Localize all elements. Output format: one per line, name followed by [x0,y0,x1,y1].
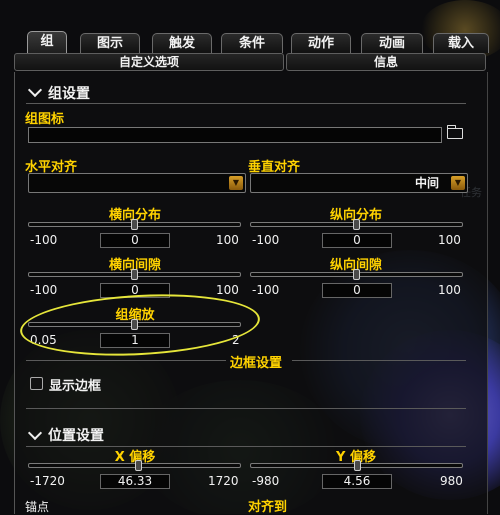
show-border-checkbox[interactable] [30,377,43,390]
v-spacing-min: -100 [252,233,280,247]
subtab-custom-options[interactable]: 自定义选项 [14,53,284,71]
folder-icon[interactable] [447,125,463,139]
h-spacing-thumb[interactable] [131,219,138,230]
v-spacing-thumb[interactable] [353,219,360,230]
v-gap-min: -100 [252,283,280,297]
tab-actions[interactable]: 动作 [291,33,351,53]
y-offset-value[interactable]: 4.56 [322,474,392,489]
group-icon-label: 组图标 [25,112,65,127]
v-gap-max: 100 [438,283,461,297]
x-offset-max: 1720 [208,474,239,488]
tab-load[interactable]: 载入 [433,33,489,53]
v-spacing-max: 100 [438,233,461,247]
x-offset-value[interactable]: 46.33 [100,474,170,489]
anchor-label: 锚点 [25,500,50,514]
tab-animation[interactable]: 动画 [361,33,423,53]
dropdown-arrow-icon[interactable]: ▼ [229,176,243,190]
y-offset-max: 980 [440,474,463,488]
tab-trigger[interactable]: 触发 [152,33,212,53]
show-border-label: 显示边框 [49,379,102,394]
y-offset-min: -980 [252,474,280,488]
position-settings-header[interactable]: 位置设置 [48,425,104,445]
h-spacing-min: -100 [30,233,58,247]
border-settings-header: 边框设置 [230,356,283,371]
h-gap-thumb[interactable] [131,269,138,280]
dropdown-arrow-icon[interactable]: ▼ [451,176,465,190]
tab-group[interactable]: 组 [27,31,67,53]
v-spacing-value[interactable]: 0 [322,233,392,248]
valign-dropdown[interactable]: 中间 ▼ [250,173,468,193]
group-icon-input[interactable] [28,127,442,143]
subtab-info[interactable]: 信息 [286,53,486,71]
halign-dropdown[interactable]: ▼ [28,173,246,193]
tab-display[interactable]: 图示 [80,33,140,53]
h-spacing-value[interactable]: 0 [100,233,170,248]
tab-conditions[interactable]: 条件 [221,33,283,53]
y-offset-thumb[interactable] [354,460,361,471]
h-gap-max: 100 [216,283,239,297]
align-to-label: 对齐到 [248,500,288,515]
h-gap-min: -100 [30,283,58,297]
x-offset-thumb[interactable] [135,460,142,471]
x-offset-min: -1720 [30,474,65,488]
group-settings-header[interactable]: 组设置 [48,83,90,103]
h-spacing-max: 100 [216,233,239,247]
v-gap-thumb[interactable] [353,269,360,280]
valign-value: 中间 [414,176,439,190]
v-gap-value[interactable]: 0 [322,283,392,298]
